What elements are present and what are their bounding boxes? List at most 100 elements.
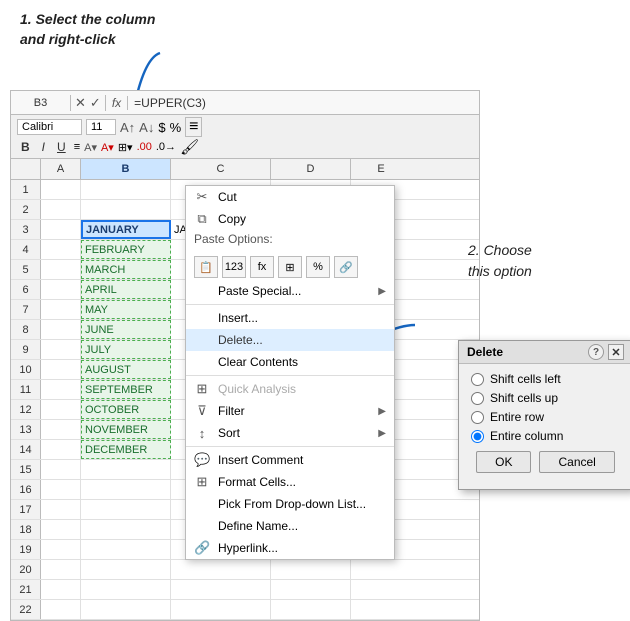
shrink-font-icon[interactable]: A↓ (139, 120, 154, 135)
row-number[interactable]: 10 (11, 360, 41, 379)
cell-A[interactable] (41, 240, 81, 259)
row-number[interactable]: 12 (11, 400, 41, 419)
dollar-icon[interactable]: $ (158, 120, 165, 135)
cell-A[interactable] (41, 360, 81, 379)
dialog-ok-btn[interactable]: OK (476, 451, 531, 473)
cell-B[interactable]: SEPTEMBER (81, 380, 171, 399)
cell-B[interactable]: AUGUST (81, 360, 171, 379)
row-number[interactable]: 18 (11, 520, 41, 539)
cell-B[interactable]: JANUARY (81, 220, 171, 239)
underline-button[interactable]: U (53, 139, 70, 155)
radio-shift-up[interactable]: Shift cells up (471, 391, 620, 405)
cell-B[interactable] (81, 480, 171, 499)
cell-A[interactable] (41, 300, 81, 319)
percent-icon[interactable]: % (170, 120, 182, 135)
col-header-A[interactable]: A (41, 159, 81, 179)
cell-A[interactable] (41, 380, 81, 399)
cell-D[interactable] (271, 580, 351, 599)
row-number[interactable]: 20 (11, 560, 41, 579)
font-name-input[interactable] (17, 119, 82, 135)
font-color-icon[interactable]: A▾ (101, 141, 114, 154)
row-number[interactable]: 7 (11, 300, 41, 319)
row-number[interactable]: 6 (11, 280, 41, 299)
cell-B[interactable] (81, 600, 171, 619)
decrease-decimal-icon[interactable]: .00 (137, 141, 152, 153)
cell-B[interactable]: DECEMBER (81, 440, 171, 459)
row-number[interactable]: 21 (11, 580, 41, 599)
fill-color-icon[interactable]: A▾ (84, 141, 97, 154)
cell-A[interactable] (41, 500, 81, 519)
cell-E[interactable] (351, 580, 411, 599)
radio-entire-row[interactable]: Entire row (471, 410, 620, 424)
font-size-input[interactable] (86, 119, 116, 135)
more-icon[interactable]: ≡ (185, 117, 202, 137)
cancel-formula-icon[interactable]: ✕ (75, 95, 86, 111)
cell-E[interactable] (351, 600, 411, 619)
cell-B[interactable]: JUNE (81, 320, 171, 339)
cell-B[interactable]: APRIL (81, 280, 171, 299)
cell-B[interactable]: MARCH (81, 260, 171, 279)
cell-A[interactable] (41, 420, 81, 439)
row-number[interactable]: 5 (11, 260, 41, 279)
grow-font-icon[interactable]: A↑ (120, 120, 135, 135)
paste-btn-4[interactable]: ⊞ (278, 256, 302, 278)
cell-A[interactable] (41, 460, 81, 479)
col-header-B[interactable]: B (81, 159, 171, 179)
cell-A[interactable] (41, 200, 81, 219)
paste-btn-1[interactable]: 📋 (194, 256, 218, 278)
paste-btn-6[interactable]: 🔗 (334, 256, 358, 278)
row-number[interactable]: 1 (11, 180, 41, 199)
cell-C[interactable] (171, 580, 271, 599)
eraser-icon[interactable]: 🖌 (180, 138, 199, 156)
radio-shift-up-input[interactable] (471, 392, 484, 405)
cell-B[interactable] (81, 540, 171, 559)
cell-B[interactable] (81, 580, 171, 599)
ctx-copy[interactable]: ⧉ Copy (186, 208, 394, 230)
bold-button[interactable]: B (17, 139, 34, 155)
italic-button[interactable]: I (38, 139, 49, 155)
ctx-define-name[interactable]: Define Name... (186, 515, 394, 537)
cell-C[interactable] (171, 600, 271, 619)
delete-dialog[interactable]: Delete ? ✕ Shift cells left Shift cells … (458, 340, 630, 490)
context-menu[interactable]: ✂ Cut ⧉ Copy Paste Options: 📋 123 fx ⊞ %… (185, 185, 395, 560)
cell-B[interactable]: OCTOBER (81, 400, 171, 419)
cell-A[interactable] (41, 480, 81, 499)
cell-E[interactable] (351, 560, 411, 579)
ctx-clear-contents[interactable]: Clear Contents (186, 351, 394, 373)
cell-B[interactable] (81, 500, 171, 519)
col-header-D[interactable]: D (271, 159, 351, 179)
cell-D[interactable] (271, 600, 351, 619)
row-number[interactable]: 22 (11, 600, 41, 619)
dialog-help-btn[interactable]: ? (588, 344, 604, 360)
cell-A[interactable] (41, 560, 81, 579)
cell-C[interactable] (171, 560, 271, 579)
row-number[interactable]: 8 (11, 320, 41, 339)
cell-A[interactable] (41, 600, 81, 619)
radio-shift-left-input[interactable] (471, 373, 484, 386)
ctx-paste-special[interactable]: Paste Special... ▶ (186, 280, 394, 302)
cell-A[interactable] (41, 280, 81, 299)
col-header-E[interactable]: E (351, 159, 411, 179)
ctx-insert[interactable]: Insert... (186, 307, 394, 329)
cell-B[interactable] (81, 520, 171, 539)
cell-A[interactable] (41, 320, 81, 339)
confirm-formula-icon[interactable]: ✓ (90, 95, 101, 111)
borders-icon[interactable]: ⊞▾ (118, 141, 133, 154)
radio-entire-row-input[interactable] (471, 411, 484, 424)
dialog-close-btn[interactable]: ✕ (608, 344, 624, 360)
row-number[interactable]: 11 (11, 380, 41, 399)
formula-content[interactable]: =UPPER(C3) (128, 96, 212, 110)
ctx-cut[interactable]: ✂ Cut (186, 186, 394, 208)
cell-A[interactable] (41, 520, 81, 539)
radio-entire-col-input[interactable] (471, 430, 484, 443)
row-number[interactable]: 3 (11, 220, 41, 239)
ctx-format-cells[interactable]: ⊞ Format Cells... (186, 471, 394, 493)
dialog-cancel-btn[interactable]: Cancel (539, 451, 614, 473)
col-header-C[interactable]: C (171, 159, 271, 179)
cell-A[interactable] (41, 260, 81, 279)
name-box[interactable]: B3 (11, 95, 71, 111)
row-number[interactable]: 16 (11, 480, 41, 499)
cell-B[interactable] (81, 180, 171, 199)
row-number[interactable]: 17 (11, 500, 41, 519)
row-number[interactable]: 15 (11, 460, 41, 479)
